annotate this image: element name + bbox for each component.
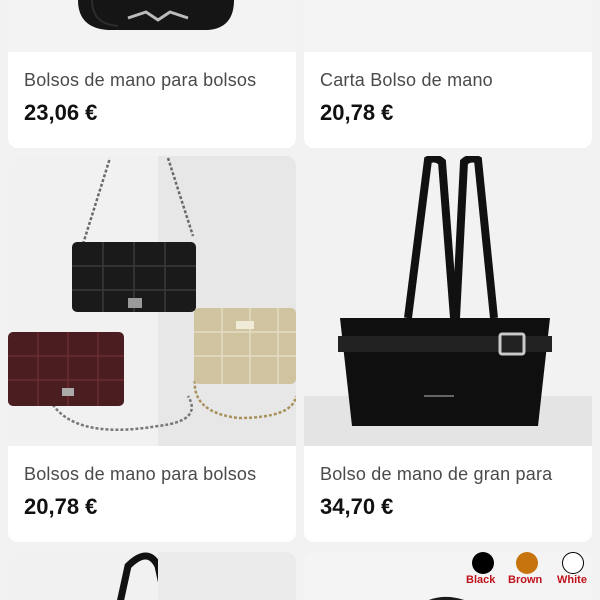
color-options: Black Brown White xyxy=(466,552,592,592)
product-image[interactable] xyxy=(8,156,296,446)
brown-swatch[interactable] xyxy=(516,552,538,574)
product-price: 20,78 € xyxy=(320,100,394,125)
product-title[interactable]: Carta Bolso de mano xyxy=(320,70,493,91)
product-card[interactable]: Carta Bolso de mano 20,78 € xyxy=(304,0,592,148)
product-price: 34,70 € xyxy=(320,494,394,519)
black-swatch-label: Black xyxy=(466,574,496,586)
white-swatch[interactable] xyxy=(562,552,584,574)
product-feed: Bolsos de mano para bolsos 23,06 € Carta… xyxy=(0,0,600,600)
product-title[interactable]: Bolsos de mano para bolsos xyxy=(24,70,256,91)
product-card[interactable]: Bolsos de mano para bolsos 23,06 € xyxy=(8,0,296,148)
product-card[interactable] xyxy=(8,552,296,600)
black-swatch[interactable] xyxy=(472,552,494,574)
white-swatch-label: White xyxy=(557,574,587,586)
product-card[interactable]: Bolsos de mano para bolsos 20,78 € xyxy=(8,156,296,542)
product-price: 23,06 € xyxy=(24,100,98,125)
product-image[interactable] xyxy=(8,552,296,600)
product-title[interactable]: Bolsos de mano para bolsos xyxy=(24,464,256,485)
brown-swatch-label: Brown xyxy=(508,574,543,586)
product-image[interactable] xyxy=(304,156,592,446)
product-image[interactable] xyxy=(8,0,296,52)
product-title[interactable]: Bolso de mano de gran para xyxy=(320,464,552,485)
product-image[interactable] xyxy=(304,0,592,52)
product-price: 20,78 € xyxy=(24,494,98,519)
product-card[interactable]: Bolso de mano de gran para 34,70 € xyxy=(304,156,592,542)
